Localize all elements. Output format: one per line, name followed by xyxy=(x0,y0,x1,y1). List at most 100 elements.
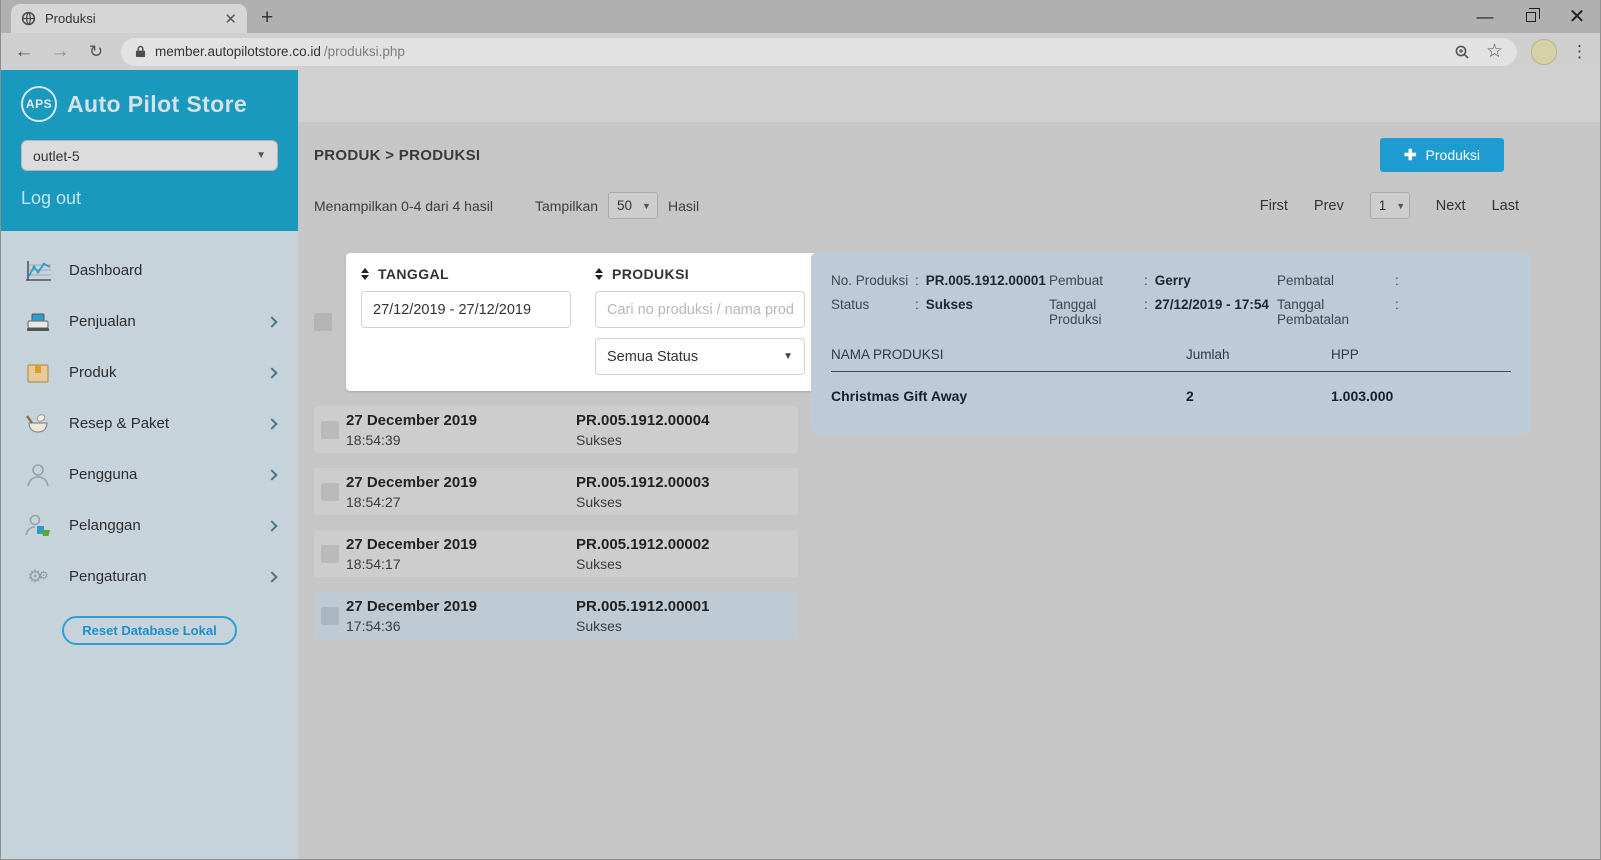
sidebar-item-penjualan[interactable]: Penjualan xyxy=(1,296,298,347)
row-date: 27 December 2019 xyxy=(346,536,576,553)
minimize-button[interactable]: — xyxy=(1462,0,1508,33)
detail-field-value: Gerry xyxy=(1155,273,1191,288)
chevron-right-icon xyxy=(266,418,277,429)
row-date: 27 December 2019 xyxy=(346,412,576,429)
main-content: PRODUK > PRODUKSI ✚ Produksi Menampilkan… xyxy=(298,70,1600,859)
chevron-down-icon: ▼ xyxy=(256,150,266,161)
plus-icon: ✚ xyxy=(1404,146,1417,164)
detail-items-table: NAMA PRODUKSI Jumlah HPP Christmas Gift … xyxy=(831,347,1511,404)
sidebar-menu: Dashboard Penjualan Produk xyxy=(1,231,298,859)
logout-link[interactable]: Log out xyxy=(21,188,278,209)
forward-button-icon[interactable]: → xyxy=(49,41,71,63)
page-size-label: Tampilkan xyxy=(535,198,598,214)
production-row[interactable]: 27 December 2019 18:54:39 PR.005.1912.00… xyxy=(314,406,798,453)
mortar-pestle-icon xyxy=(23,411,53,437)
chevron-down-icon: ▼ xyxy=(1396,201,1405,211)
chevron-down-icon: ▼ xyxy=(783,351,793,362)
sort-produksi-icon[interactable] xyxy=(595,268,603,280)
detail-field-label: Tanggal Pembatalan xyxy=(1277,297,1395,327)
sidebar-item-pelanggan[interactable]: Pelanggan xyxy=(1,500,298,551)
close-button[interactable]: ✕ xyxy=(1554,0,1600,33)
sidebar-item-label: Resep & Paket xyxy=(69,415,169,432)
row-code: PR.005.1912.00003 xyxy=(576,474,709,491)
detail-field-value: Sukses xyxy=(926,297,973,312)
sidebar-item-dashboard[interactable]: Dashboard xyxy=(1,245,298,296)
select-all-checkbox[interactable] xyxy=(314,313,332,331)
reset-database-button[interactable]: Reset Database Lokal xyxy=(62,616,236,645)
detail-field-label: Pembatal xyxy=(1277,273,1395,288)
brand-title: Auto Pilot Store xyxy=(67,91,247,118)
sidebar-header: APS Auto Pilot Store outlet-5 ▼ Log out xyxy=(1,70,298,231)
sidebar-item-resep-paket[interactable]: Resep & Paket xyxy=(1,398,298,449)
sidebar-item-pengaturan[interactable]: ⚙⚙ Pengaturan xyxy=(1,551,298,602)
browser-tab[interactable]: Produksi ✕ xyxy=(11,4,247,33)
production-row[interactable]: 27 December 2019 18:54:17 PR.005.1912.00… xyxy=(314,530,798,577)
table-header-hpp: HPP xyxy=(1331,347,1511,362)
page-number-select[interactable]: 1 ▼ xyxy=(1370,192,1410,219)
profile-avatar[interactable] xyxy=(1531,39,1557,65)
production-row-selected[interactable]: 27 December 2019 17:54:36 PR.005.1912.00… xyxy=(314,592,798,639)
bookmark-star-icon[interactable]: ☆ xyxy=(1486,40,1503,63)
sort-tanggal-icon[interactable] xyxy=(361,268,369,280)
row-date: 27 December 2019 xyxy=(346,474,576,491)
row-status: Sukses xyxy=(576,494,709,510)
outlet-select[interactable]: outlet-5 ▼ xyxy=(21,140,278,171)
breadcrumb: PRODUK > PRODUKSI xyxy=(314,147,480,164)
detail-field-label: Status xyxy=(831,297,915,312)
date-range-input[interactable] xyxy=(361,291,571,328)
chevron-right-icon xyxy=(266,520,277,531)
pagination-first[interactable]: First xyxy=(1260,198,1288,214)
row-date: 27 December 2019 xyxy=(346,598,576,615)
row-code: PR.005.1912.00002 xyxy=(576,536,709,553)
page-size-select[interactable]: 50 ▼ xyxy=(608,192,658,219)
new-tab-button[interactable]: + xyxy=(261,6,273,30)
tanggal-column-header[interactable]: TANGGAL xyxy=(378,266,449,282)
back-button-icon[interactable]: ← xyxy=(13,41,35,63)
reload-button-icon[interactable]: ↻ xyxy=(85,42,107,62)
pagination-prev[interactable]: Prev xyxy=(1314,198,1344,214)
tab-title: Produksi xyxy=(45,11,215,26)
production-row[interactable]: 27 December 2019 18:54:27 PR.005.1912.00… xyxy=(314,468,798,515)
browser-titlebar: Produksi ✕ + — ✕ xyxy=(1,0,1600,33)
item-hpp: 1.003.000 xyxy=(1331,388,1511,404)
row-checkbox[interactable] xyxy=(321,483,339,501)
row-time: 18:54:17 xyxy=(346,556,576,572)
produksi-column-header[interactable]: PRODUKSI xyxy=(612,266,689,282)
detail-field-value: 27/12/2019 - 17:54 xyxy=(1155,297,1269,312)
sidebar-item-label: Pelanggan xyxy=(69,517,141,534)
row-status: Sukses xyxy=(576,618,709,634)
row-time: 17:54:36 xyxy=(346,618,576,634)
row-checkbox[interactable] xyxy=(321,607,339,625)
tab-close-icon[interactable]: ✕ xyxy=(224,10,237,28)
address-bar[interactable]: member.autopilotstore.co.id/produksi.php… xyxy=(121,38,1517,66)
browser-menu-icon[interactable]: ⋮ xyxy=(1571,42,1588,62)
detail-field-label: No. Produksi xyxy=(831,273,915,288)
sidebar-item-pengguna[interactable]: Pengguna xyxy=(1,449,298,500)
row-checkbox[interactable] xyxy=(321,545,339,563)
pagination-last[interactable]: Last xyxy=(1492,198,1519,214)
pagination-next[interactable]: Next xyxy=(1436,198,1466,214)
restore-icon xyxy=(1526,12,1536,22)
lock-icon xyxy=(135,45,146,58)
sidebar-item-produk[interactable]: Produk xyxy=(1,347,298,398)
dashboard-icon xyxy=(23,258,53,284)
url-path: /produksi.php xyxy=(324,44,405,59)
sidebar-item-label: Dashboard xyxy=(69,262,142,279)
row-status: Sukses xyxy=(576,432,709,448)
restore-button[interactable] xyxy=(1508,0,1554,33)
row-code: PR.005.1912.00004 xyxy=(576,412,709,429)
row-checkbox[interactable] xyxy=(321,421,339,439)
add-produksi-label: Produksi xyxy=(1426,147,1480,163)
status-select-value: Semua Status xyxy=(607,349,698,365)
status-select[interactable]: Semua Status ▼ xyxy=(595,338,805,375)
table-row: Christmas Gift Away 2 1.003.000 xyxy=(831,372,1511,404)
gears-icon: ⚙⚙ xyxy=(23,564,53,590)
cash-register-icon xyxy=(23,309,53,335)
production-list: TANGGAL PRODUKSI xyxy=(314,253,798,639)
add-produksi-button[interactable]: ✚ Produksi xyxy=(1380,138,1504,172)
table-header-nama-produksi: NAMA PRODUKSI xyxy=(831,347,1186,362)
item-name: Christmas Gift Away xyxy=(831,388,1186,404)
product-box-icon xyxy=(23,360,53,386)
search-produksi-input[interactable] xyxy=(595,291,805,328)
zoom-icon[interactable] xyxy=(1454,44,1470,60)
